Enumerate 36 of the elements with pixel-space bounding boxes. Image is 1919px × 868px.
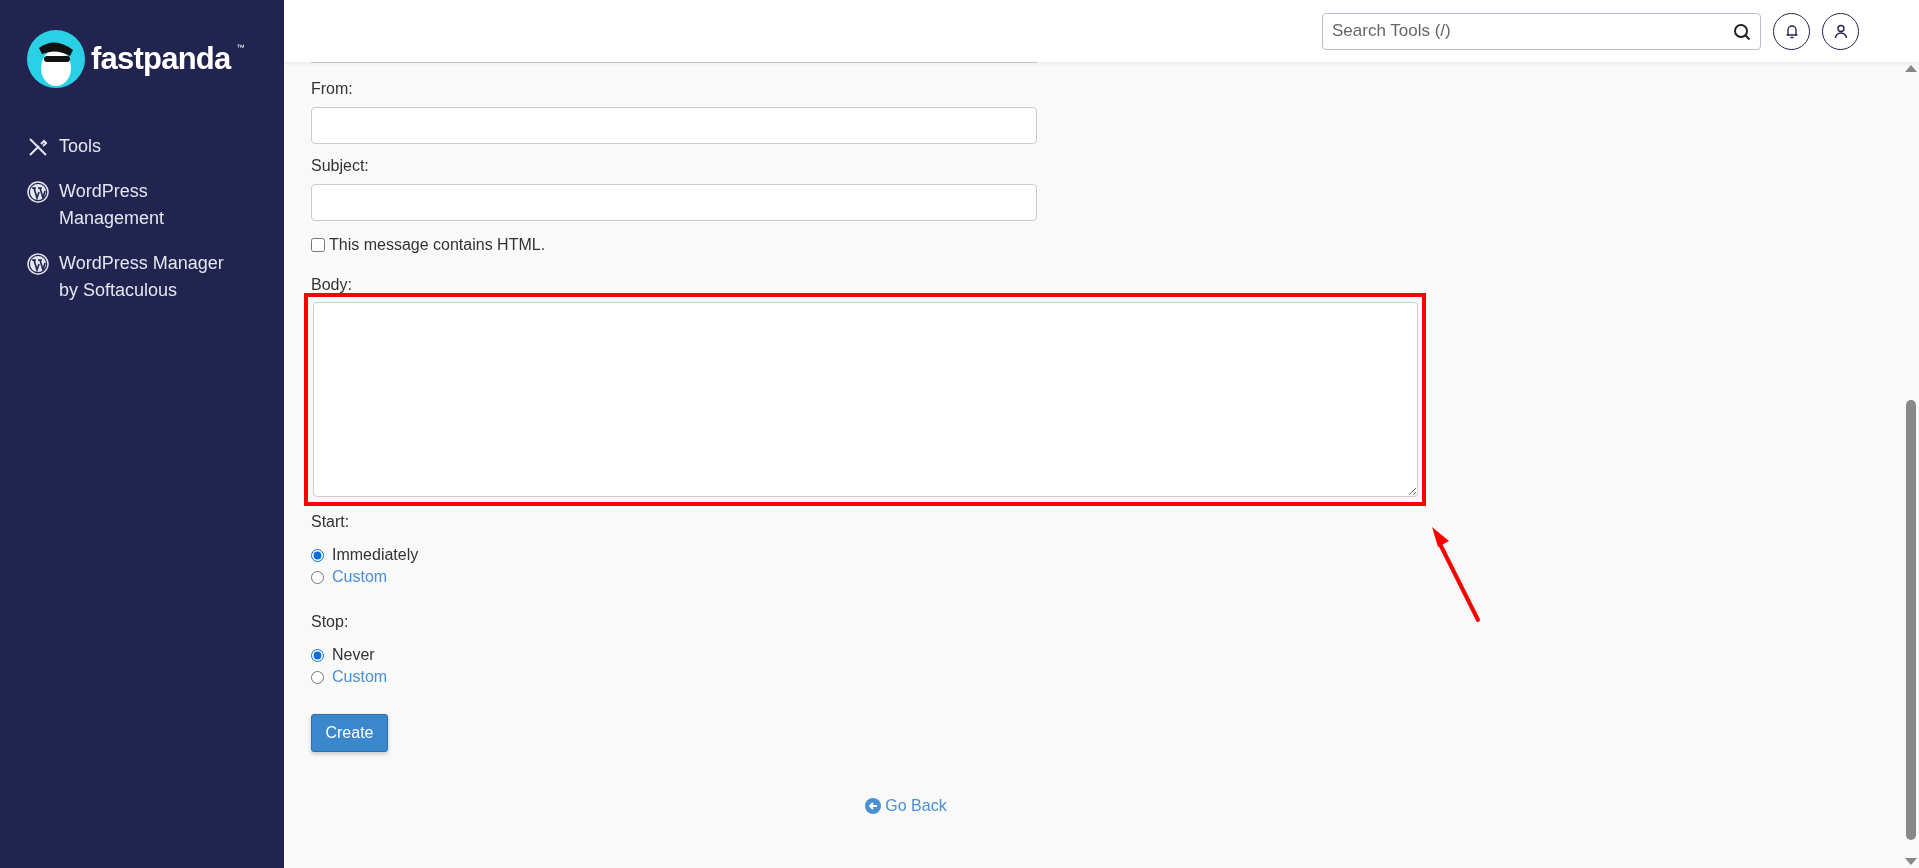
sidebar-item[interactable]: WordPress Manager by Softaculous bbox=[27, 250, 257, 304]
input-field[interactable] bbox=[311, 184, 1037, 221]
html-checkbox[interactable] bbox=[311, 238, 325, 252]
scroll-up-icon[interactable] bbox=[1904, 64, 1917, 72]
field-label: Stop: bbox=[311, 612, 350, 632]
search-icon bbox=[1733, 22, 1751, 41]
radio-label: Never bbox=[332, 645, 375, 665]
field-label: Body: bbox=[311, 275, 353, 295]
field-label: Start: bbox=[311, 512, 351, 532]
radio-button[interactable] bbox=[311, 648, 324, 662]
radio-button[interactable] bbox=[311, 548, 324, 562]
brand-name: fastpanda bbox=[91, 39, 231, 78]
create-button[interactable]: Create bbox=[311, 714, 388, 752]
panda-logo-icon bbox=[27, 30, 85, 88]
scroll-down-icon[interactable] bbox=[1904, 858, 1917, 866]
left-arrow-circle-icon bbox=[865, 798, 882, 814]
wordpress-icon bbox=[27, 181, 49, 203]
go-back-link[interactable]: Go Back bbox=[865, 794, 947, 818]
scrollbar-thumb[interactable] bbox=[1905, 400, 1916, 840]
radio-label[interactable]: Custom bbox=[332, 565, 388, 589]
radio-button[interactable] bbox=[311, 670, 324, 684]
checkbox-label: This message contains HTML. bbox=[329, 235, 546, 255]
tools-icon bbox=[27, 136, 49, 158]
input-field[interactable] bbox=[311, 107, 1037, 144]
sidebar-item[interactable]: WordPress Management bbox=[27, 178, 257, 232]
wordpress-icon bbox=[27, 253, 49, 275]
user-icon bbox=[1833, 23, 1848, 39]
radio-label[interactable]: Custom bbox=[332, 665, 388, 689]
radio-label: Immediately bbox=[332, 545, 419, 565]
sidebar-item[interactable]: Tools bbox=[27, 133, 257, 160]
search-field[interactable]: Search Tools (/) bbox=[1322, 12, 1761, 50]
field-label: Subject: bbox=[311, 156, 370, 176]
bell-icon bbox=[1784, 23, 1799, 39]
trademark-mark: ™ bbox=[236, 42, 245, 54]
radio-button[interactable] bbox=[311, 570, 324, 584]
field-label: From: bbox=[311, 79, 354, 99]
